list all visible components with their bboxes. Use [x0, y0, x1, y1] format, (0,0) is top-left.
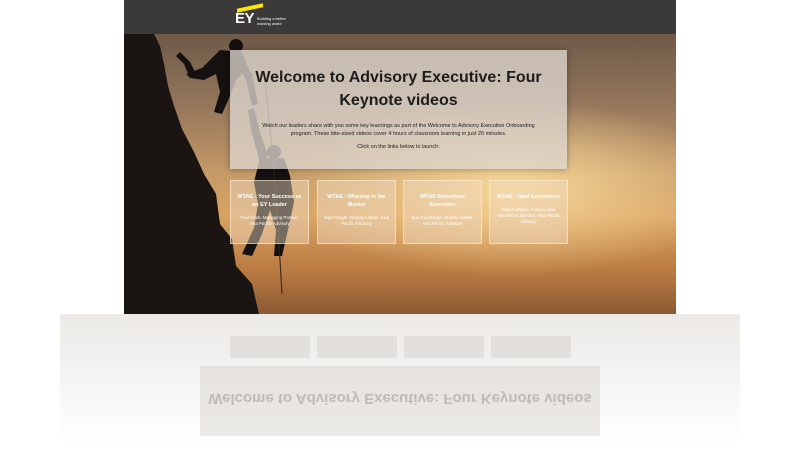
- logo-text: EY: [235, 10, 255, 27]
- reflection-card: [317, 336, 397, 358]
- video-card-winning-market[interactable]: WTAE - Winning in the Market Nigel Knigh…: [317, 180, 396, 244]
- video-card-relentless-execution[interactable]: WTAE Relentless Execution Sue Cummings, …: [403, 180, 482, 244]
- screen-reflection: Welcome to Advisory Executive: Four Keyn…: [60, 314, 740, 459]
- top-bar: EY Building a better working world: [124, 0, 676, 34]
- video-card-deal-economics[interactable]: WTAE - Deal Economics Alya Karlyana, Fin…: [489, 180, 568, 244]
- video-card-title: WTAE - Deal Economics: [496, 194, 561, 200]
- video-card-speaker: Sue Cummings, Quality Leader, Asia Pacif…: [411, 215, 474, 226]
- reflection-card: [230, 336, 310, 358]
- video-card-speaker: Alya Karlyana, Finance and Operations Di…: [497, 207, 560, 224]
- reflection-panel: Welcome to Advisory Executive: Four Keyn…: [200, 366, 600, 436]
- app-screen: EY Building a better working world Welco…: [124, 0, 676, 314]
- video-card-title: WTAE Relentless Execution: [420, 194, 465, 208]
- reflection-card: [491, 336, 571, 358]
- reflection-title: Welcome to Advisory Executive: Four Keyn…: [208, 390, 592, 407]
- video-card-speaker: Nigel Knight, Deputy Leader, Asia Pacifi…: [323, 215, 390, 226]
- hero-background: Welcome to Advisory Executive: Four Keyn…: [124, 34, 676, 314]
- welcome-panel: Welcome to Advisory Executive: Four Keyn…: [230, 50, 567, 169]
- logo-tagline: Building a better working world: [257, 16, 286, 26]
- video-cards: WTAE - Your Success as an EY Leader Paul…: [230, 180, 572, 244]
- video-card-title: WTAE - Winning in the Market: [327, 194, 386, 208]
- ey-logo[interactable]: EY Building a better working world: [235, 3, 315, 30]
- intro-description: Watch our leaders share with you some ke…: [262, 123, 535, 137]
- video-card-title: WTAE - Your Success as an EY Leader: [237, 194, 302, 208]
- page-title: Welcome to Advisory Executive: Four Keyn…: [255, 69, 542, 109]
- video-card-speaker: Paul Clark, Managing Partner, Asia Pacif…: [240, 215, 299, 226]
- reflection-card: [404, 336, 484, 358]
- launch-instruction: Click on the links below to launch:: [357, 144, 440, 150]
- video-card-success-leader[interactable]: WTAE - Your Success as an EY Leader Paul…: [230, 180, 309, 244]
